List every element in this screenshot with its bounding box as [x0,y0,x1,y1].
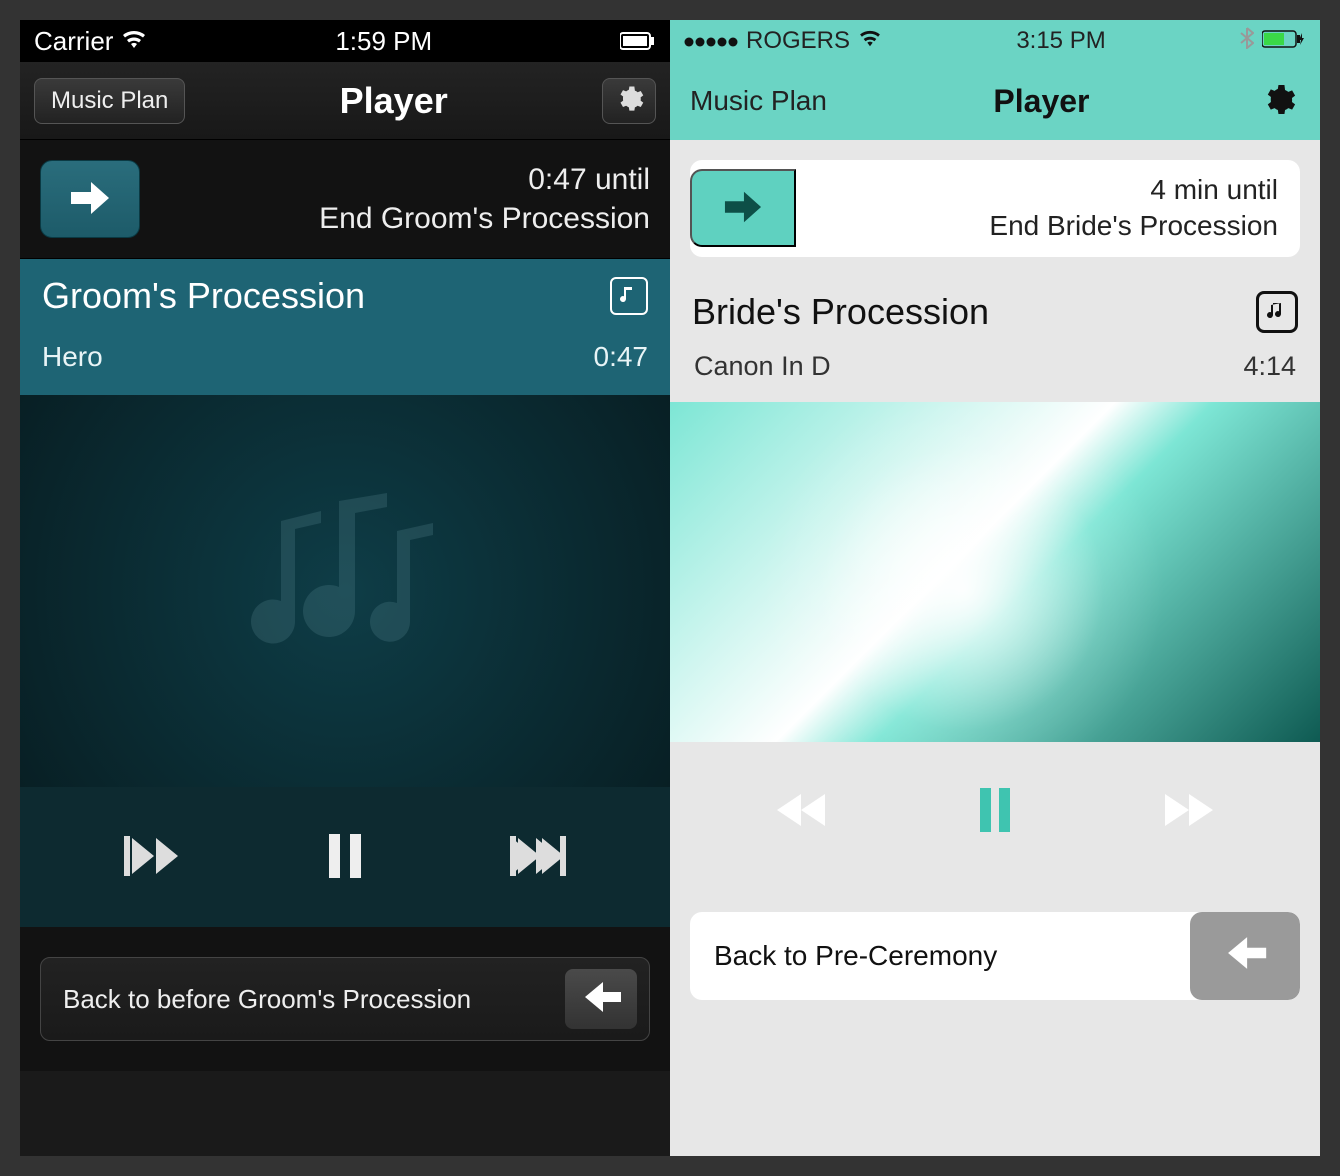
skip-forward-icon [1163,816,1215,831]
music-plan-button[interactable]: Music Plan [690,85,827,117]
statusbar: Carrier 1:59 PM [20,20,670,62]
phone-light: ROGERS 3:15 PM Music Plan Player [670,20,1320,1156]
page-title: Player [993,83,1089,120]
back-label: Back to before Groom's Procession [63,984,471,1015]
gear-icon [614,84,644,117]
navbar: Music Plan Player [20,62,670,140]
section-title: Groom's Procession [42,275,365,317]
pause-icon [978,820,1012,835]
song-name: Hero [42,341,103,373]
clock-label: 3:15 PM [1016,27,1105,55]
carrier-label: ROGERS [746,27,850,55]
next-event-button[interactable] [40,160,140,238]
song-duration: 4:14 [1243,351,1296,382]
pause-icon [327,866,363,881]
next-event-row: 4 min until End Bride's Procession [670,140,1320,277]
next-event-label: End Groom's Procession [160,199,650,238]
section-title: Bride's Procession [692,291,989,333]
clock-label: 1:59 PM [335,26,432,57]
carrier-label: Carrier [34,26,113,57]
settings-button[interactable] [602,78,656,124]
skip-back-icon [775,816,827,831]
song-row[interactable]: Canon In D 4:14 [670,339,1320,402]
back-row[interactable]: Back to Pre-Ceremony [690,912,1300,1000]
skip-back-icon [124,864,180,879]
statusbar: ROGERS 3:15 PM [670,20,1320,62]
previous-button[interactable] [775,792,827,831]
song-name: Canon In D [694,351,831,382]
back-arrow-button[interactable] [1190,912,1300,1000]
next-event-label: End Bride's Procession [812,208,1278,244]
arrow-left-icon [581,980,621,1019]
bottom-bar: Back to before Groom's Procession [20,927,670,1071]
page-title: Player [340,80,448,122]
arrow-left-icon [1223,935,1267,976]
song-duration: 0:47 [594,341,649,373]
music-note-icon[interactable] [610,277,648,315]
bottom-bar: Back to Pre-Ceremony [670,882,1320,1030]
section-header: Groom's Procession [20,259,670,327]
next-time-label: 0:47 until [160,160,650,199]
battery-icon [620,26,656,57]
navbar: Music Plan Player [670,62,1320,140]
back-arrow-button[interactable] [565,969,637,1029]
playback-controls [670,742,1320,882]
arrow-right-icon [720,188,766,229]
arrow-right-icon [67,178,113,221]
skip-forward-icon [510,864,566,879]
album-artwork [20,395,670,787]
music-note-icon[interactable] [1256,291,1298,333]
back-label: Back to Pre-Ceremony [690,940,997,972]
next-time-label: 4 min until [812,172,1278,208]
song-row[interactable]: Hero 0:47 [20,327,670,395]
pause-button[interactable] [327,834,363,881]
playback-controls [20,787,670,927]
next-event-button[interactable] [690,169,796,247]
gear-icon [1260,82,1296,121]
signal-icon [684,27,738,55]
next-event-row: 0:47 until End Groom's Procession [20,140,670,259]
section-header: Bride's Procession [670,277,1320,339]
music-plan-button[interactable]: Music Plan [34,78,185,124]
music-plan-label: Music Plan [51,87,168,114]
bluetooth-icon [1240,27,1254,56]
album-artwork [670,402,1320,742]
phone-dark: Carrier 1:59 PM Music Plan Player [20,20,670,1156]
wifi-icon [858,27,882,55]
battery-icon [1262,27,1306,55]
next-button[interactable] [1163,792,1215,831]
wifi-icon [121,26,147,57]
pause-button[interactable] [978,788,1012,835]
settings-button[interactable] [1256,79,1300,123]
previous-button[interactable] [124,836,180,879]
next-button[interactable] [510,836,566,879]
back-row[interactable]: Back to before Groom's Procession [40,957,650,1041]
